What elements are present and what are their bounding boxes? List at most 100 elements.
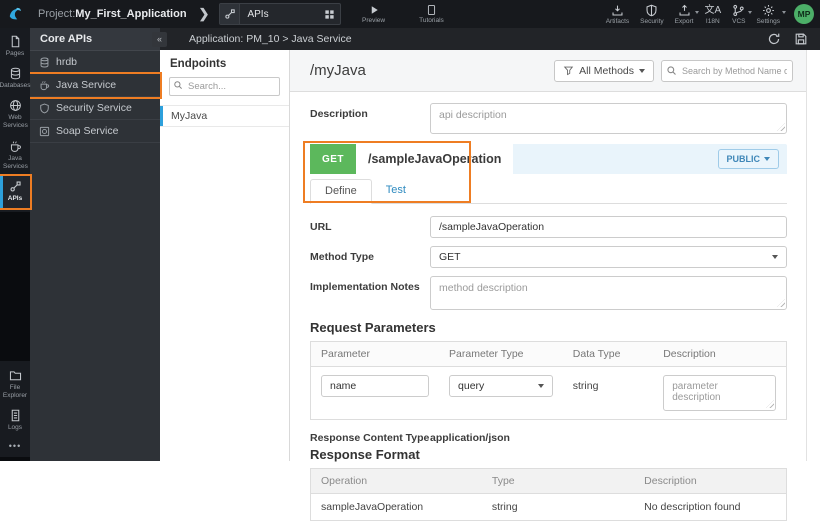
shield-icon <box>39 103 50 114</box>
i18n-label: I18N <box>705 17 720 25</box>
col-data-type: Data Type <box>562 341 654 367</box>
table-row: sampleJavaOperation string No descriptio… <box>311 494 787 521</box>
core-api-item-label: hrdb <box>56 56 78 68</box>
left-icon-strip: Pages Databases Web Services Java Servic… <box>0 28 31 461</box>
impl-notes-row: Implementation Notes <box>310 276 787 310</box>
sidebar-item-label: Java Services <box>3 154 28 170</box>
method-search-input[interactable] <box>661 59 793 82</box>
endpoint-item-myjava[interactable]: MyJava <box>160 105 289 127</box>
vcs-label: VCS <box>732 17 746 25</box>
endpoints-search-input[interactable] <box>169 77 280 96</box>
sidebar-item-java-services[interactable]: Java Services <box>0 136 30 176</box>
http-verb-badge: GET <box>310 144 356 174</box>
user-avatar[interactable]: MP <box>794 4 814 24</box>
security-button[interactable]: Security <box>640 0 664 28</box>
define-tab-body: URL Method Type GET Implementati <box>310 204 787 521</box>
sidebar-item-label: File Explorer <box>2 383 28 399</box>
caret-down-icon <box>695 11 700 14</box>
i18n-icon: 文A <box>704 4 722 16</box>
i18n-button[interactable]: 文A I18N <box>704 0 721 28</box>
save-icon[interactable] <box>794 32 808 46</box>
api-connector-icon <box>220 4 241 24</box>
settings-button[interactable]: Settings <box>756 0 786 28</box>
sidebar-item-file-explorer[interactable]: File Explorer <box>0 365 30 405</box>
response-content-type-label: Response Content Type <box>310 432 430 444</box>
caret-down-icon <box>782 11 786 14</box>
method-tabs: Define Test <box>310 174 787 204</box>
sidebar-item-label: Databases <box>0 82 31 90</box>
preview-label: Preview <box>362 17 386 24</box>
core-api-item-hrdb[interactable]: hrdb <box>30 51 160 74</box>
core-api-item-soap-service[interactable]: Soap Service <box>30 120 160 143</box>
url-label: URL <box>310 221 332 233</box>
project-name: My_First_Application <box>75 8 187 20</box>
java-icon <box>39 80 50 91</box>
visibility-label: PUBLIC <box>726 154 761 164</box>
col-type: Type <box>481 468 635 494</box>
core-api-item-security-service[interactable]: Security Service <box>30 97 160 120</box>
sidebar-item-apis[interactable]: APIs <box>0 175 30 209</box>
method-path[interactable]: /sampleJavaOperation <box>356 144 514 174</box>
artifacts-button[interactable]: Artifacts <box>606 0 629 28</box>
col-description: Description <box>653 341 787 367</box>
method-type-row: Method Type GET <box>310 246 787 268</box>
export-icon <box>678 4 700 17</box>
sidebar-item-pages[interactable]: Pages <box>0 31 30 63</box>
sidebar-item-databases[interactable]: Databases <box>0 63 31 95</box>
shield-icon <box>645 4 658 17</box>
param-description-input[interactable] <box>663 375 776 411</box>
api-description-input[interactable] <box>430 103 787 134</box>
sidebar-item-label: APIs <box>7 194 23 202</box>
git-branch-icon <box>732 4 752 17</box>
param-name-input[interactable] <box>321 375 430 397</box>
impl-notes-input[interactable] <box>430 276 787 310</box>
method-panel: GET /sampleJavaOperation PUBLIC Define T… <box>303 141 787 521</box>
more-icon[interactable]: ••• <box>0 437 30 455</box>
response-format-title: Response Format <box>310 447 420 462</box>
strip-group-bottom: File Explorer Logs ••• <box>0 360 30 457</box>
caret-down-icon <box>747 11 752 14</box>
tutorials-button[interactable]: Tutorials <box>419 0 444 28</box>
tab-define[interactable]: Define <box>310 179 372 204</box>
database-icon <box>39 57 50 68</box>
topbar-center: Preview Tutorials <box>362 0 444 28</box>
core-api-item-java-service[interactable]: Java Service <box>30 74 160 97</box>
settings-label: Settings <box>756 17 781 25</box>
sidebar-item-web-services[interactable]: Web Services <box>0 95 30 135</box>
refresh-icon[interactable] <box>767 32 781 46</box>
core-api-item-label: Security Service <box>56 102 132 114</box>
breadcrumb-bar: « Application: PM_10 > Java Service <box>152 28 820 50</box>
description-label: Description <box>310 108 368 120</box>
artifacts-label: Artifacts <box>605 17 630 25</box>
collapse-panel-icon[interactable]: « <box>152 31 167 47</box>
preview-button[interactable]: Preview <box>362 0 385 28</box>
response-type: string <box>491 501 518 513</box>
table-header-row: Parameter Parameter Type Data Type Descr… <box>310 341 787 367</box>
sidebar-item-logs[interactable]: Logs <box>0 405 30 437</box>
param-type-select[interactable]: query <box>449 375 553 397</box>
col-description: Description <box>634 468 787 494</box>
databases-icon <box>9 67 22 80</box>
export-button[interactable]: Export <box>674 0 700 28</box>
sidebar-item-label: Logs <box>7 423 23 431</box>
search-icon <box>666 65 677 76</box>
methods-filter-dropdown[interactable]: All Methods <box>554 59 654 82</box>
tab-apis[interactable]: APIs <box>219 3 342 25</box>
apis-icon <box>9 180 22 193</box>
method-header[interactable]: GET /sampleJavaOperation PUBLIC <box>310 144 787 174</box>
method-type-select[interactable]: GET <box>430 246 787 268</box>
tab-test[interactable]: Test <box>372 179 420 203</box>
endpoints-panel: Endpoints MyJava <box>160 50 290 461</box>
response-format-table: Operation Type Description sampleJavaOpe… <box>310 468 787 521</box>
grid-icon[interactable] <box>324 9 335 20</box>
endpoints-title: Endpoints <box>170 58 227 70</box>
wavemaker-logo-icon[interactable] <box>0 0 30 28</box>
export-label: Export <box>674 17 694 25</box>
core-apis-panel: Core APIs hrdb Java Service Security Ser… <box>30 28 160 461</box>
visibility-dropdown[interactable]: PUBLIC <box>717 149 779 169</box>
tab-apis-label: APIs <box>247 8 269 20</box>
play-icon <box>368 4 380 16</box>
url-input[interactable] <box>430 216 787 238</box>
url-row: URL <box>310 216 787 238</box>
vcs-button[interactable]: VCS <box>732 0 752 28</box>
